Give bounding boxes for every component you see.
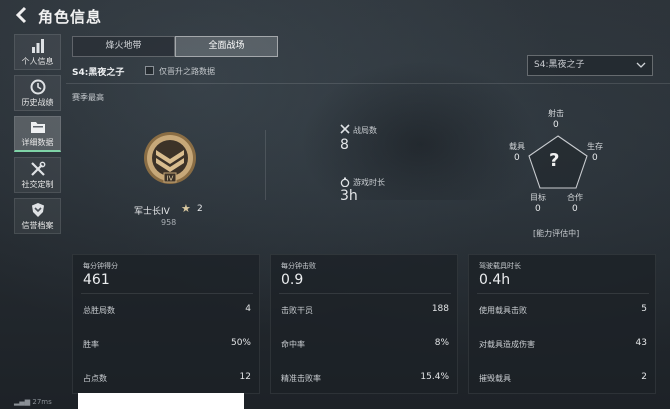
radar-value-vehicle: 0	[514, 153, 520, 163]
sidebar-item-reputation[interactable]: 信誉档案	[14, 198, 61, 234]
season-select[interactable]: S4:黑夜之子	[527, 55, 653, 76]
card-row: 胜率 50%	[83, 338, 251, 351]
mode-tabs: 烽火地带 全面战场	[72, 36, 278, 57]
rank-name: 军士长IV	[134, 207, 170, 217]
row-label: 胜率	[83, 340, 99, 349]
sidebar-item-label: 社交定制	[21, 179, 54, 189]
row-value: 15.4%	[420, 372, 449, 382]
radar-label-shooting: 射击	[548, 109, 564, 118]
card-head-value: 0.9	[281, 272, 304, 288]
row-label: 使用载具击败	[479, 306, 527, 315]
radar-label-survival: 生存	[587, 142, 603, 151]
matches-value: 8	[340, 137, 349, 153]
back-icon[interactable]	[14, 6, 30, 26]
card-row: 摧毁载具 2	[479, 372, 647, 385]
radar-label-teamwork: 合作	[567, 193, 583, 202]
card-head-value: 0.4h	[479, 272, 511, 288]
card-row: 对载具造成伤害 43	[479, 338, 647, 351]
page-title: 角色信息	[38, 8, 103, 26]
row-label: 总胜局数	[83, 306, 115, 315]
chevron-down-icon	[636, 56, 646, 82]
radar-label-vehicle: 载具	[509, 142, 525, 151]
card-row: 精准击败率 15.4%	[281, 372, 449, 385]
header: 角色信息	[0, 0, 670, 32]
sidebar-item-label: 个人信息	[21, 56, 54, 66]
card-head-value: 461	[83, 272, 110, 288]
card-row: 使用载具击败 5	[479, 304, 647, 317]
card-divider	[81, 293, 253, 294]
row-value: 50%	[230, 338, 251, 348]
matches-label: 战局数	[353, 126, 377, 135]
stat-card-kills: 每分钟击败 0.9 击败干员 188 命中率 8% 精准击败率 15.4%	[270, 254, 458, 394]
ping-value: 27ms	[32, 398, 52, 406]
card-row: 命中率 8%	[281, 338, 449, 351]
row-label: 摧毁载具	[479, 374, 511, 383]
row-value: 43	[635, 338, 647, 348]
card-head-label: 每分钟击败	[281, 262, 316, 270]
row-label: 命中率	[281, 340, 305, 349]
radar-note: [能力评估中]	[533, 229, 580, 238]
bar-chart-icon	[31, 38, 44, 53]
row-value: 4	[245, 304, 251, 314]
row-value: 12	[239, 372, 251, 382]
row-label: 对载具造成伤害	[479, 340, 535, 349]
row-label: 占点数	[83, 374, 107, 383]
sidebar-item-label: 信誉档案	[21, 220, 54, 230]
sidebar: 个人信息 历史战绩 详细数据 社交定制 信誉档案	[14, 34, 62, 239]
checkbox-label: 仅晋升之路数据	[159, 67, 215, 76]
vertical-divider	[265, 130, 266, 200]
tab-full-battlefield[interactable]: 全面战场	[175, 36, 278, 57]
tools-icon	[30, 161, 45, 176]
card-head-label: 每分钟得分	[83, 262, 118, 270]
rank-badge-icon: IV	[144, 132, 196, 184]
radar-value-survival: 0	[592, 153, 598, 163]
stat-card-vehicle: 驾驶载具时长 0.4h 使用载具击败 5 对载具造成伤害 43 摧毁载具 2	[468, 254, 656, 394]
radar-label-objective: 目标	[530, 193, 546, 202]
row-label: 精准击败率	[281, 374, 321, 383]
sidebar-item-personal-info[interactable]: 个人信息	[14, 34, 61, 70]
folder-icon	[30, 122, 45, 133]
stat-card-score: 每分钟得分 461 总胜局数 4 胜率 50% 占点数 12	[72, 254, 260, 394]
crossed-swords-icon	[340, 124, 350, 134]
radar-center-glyph: ?	[549, 150, 560, 171]
card-divider	[477, 293, 649, 294]
playtime-value: 3h	[340, 188, 358, 204]
badge-numeral: IV	[167, 175, 174, 183]
star-icon: ★	[181, 202, 191, 215]
radar-value-objective: 0	[535, 204, 541, 214]
card-row: 总胜局数 4	[83, 304, 251, 317]
overlay-box	[78, 393, 244, 409]
sidebar-item-history[interactable]: 历史战绩	[14, 75, 61, 111]
radar-value-teamwork: 0	[572, 204, 578, 214]
sidebar-item-detailed-data[interactable]: 详细数据	[14, 116, 61, 152]
card-row: 占点数 12	[83, 372, 251, 385]
tab-hazard-zone[interactable]: 烽火地带	[72, 36, 175, 57]
stopwatch-icon	[340, 177, 350, 187]
playtime-label: 游戏时长	[353, 178, 385, 187]
row-label: 击败干员	[281, 306, 313, 315]
clock-icon	[30, 79, 45, 94]
season-best-label: 赛季最高	[72, 93, 104, 102]
status-bar: ▂▄▆ 27ms	[14, 398, 52, 406]
sidebar-item-social[interactable]: 社交定制	[14, 157, 61, 193]
shield-icon	[31, 202, 44, 217]
season-select-value: S4:黑夜之子	[534, 60, 585, 70]
card-divider	[279, 293, 451, 294]
wifi-icon: ▂▄▆	[14, 398, 31, 406]
row-value: 5	[641, 304, 647, 314]
row-value: 188	[431, 304, 449, 314]
divider	[66, 83, 670, 84]
background-silhouette	[300, 60, 540, 200]
row-value: 8%	[434, 338, 449, 348]
promotion-only-checkbox[interactable]	[145, 66, 154, 75]
sidebar-item-label: 历史战绩	[21, 97, 54, 107]
card-head-label: 驾驶载具时长	[479, 262, 521, 270]
radar-value-shooting: 0	[553, 120, 559, 130]
card-row: 击败干员 188	[281, 304, 449, 317]
season-label: S4:黑夜之子	[72, 68, 125, 78]
rank-points: 958	[161, 218, 177, 227]
sidebar-item-label: 详细数据	[21, 138, 54, 147]
row-value: 2	[641, 372, 647, 382]
rank-stars: 2	[197, 204, 203, 214]
